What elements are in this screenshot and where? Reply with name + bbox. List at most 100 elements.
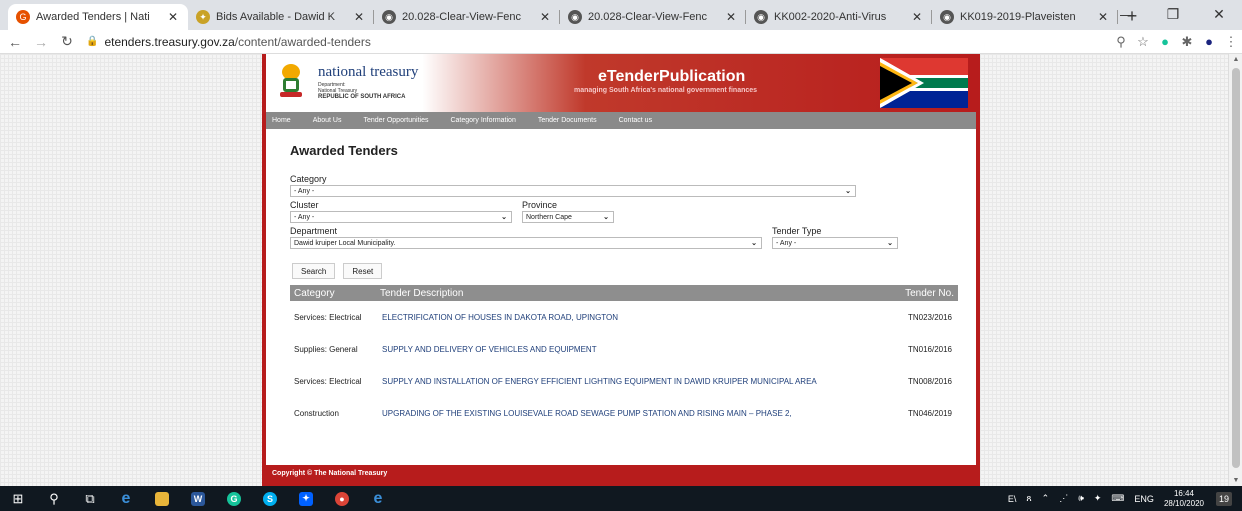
main-content: Awarded Tenders Category - Any - ⌄ Clust… [266, 129, 976, 429]
tab-plaveisten[interactable]: ◉ KK019-2019-Plaveisten ✕ [932, 4, 1118, 30]
keyboard-icon[interactable]: ⌨ [1111, 493, 1124, 504]
row-category: Services: Electrical [294, 312, 362, 322]
scrollbar-thumb[interactable] [1232, 68, 1240, 468]
tab-title: 20.028-Clear-View-Fenc [588, 11, 708, 23]
province-select[interactable]: Northern Cape ⌄ [522, 211, 614, 223]
edge-browser-icon[interactable]: e [108, 486, 144, 511]
url-host: etenders.treasury.gov.za [104, 34, 235, 49]
reload-icon[interactable]: ↻ [56, 33, 78, 50]
south-africa-flag-icon [880, 58, 968, 108]
url-path: /content/awarded-tenders [234, 34, 371, 49]
row-category: Services: Electrical [294, 376, 362, 386]
close-icon[interactable]: ✕ [724, 10, 738, 24]
site-favicon-icon: G [16, 10, 30, 24]
word-icon[interactable]: W [180, 486, 216, 511]
globe-icon: ◉ [754, 10, 768, 24]
file-explorer-icon[interactable] [144, 486, 180, 511]
menu-contact-us[interactable]: Contact us [619, 117, 652, 124]
windows-start-icon[interactable]: ⊞ [0, 486, 36, 511]
menu-tender-opportunities[interactable]: Tender Opportunities [363, 117, 428, 124]
row-description-link[interactable]: SUPPLY AND INSTALLATION OF ENERGY EFFICI… [376, 365, 884, 397]
chevron-down-icon: ⌄ [887, 240, 893, 247]
edge-new-icon[interactable]: e [360, 486, 396, 511]
grammarly-extension-icon[interactable]: ● [1154, 34, 1176, 49]
clock-time: 16:44 [1173, 488, 1194, 498]
brand-title: eTenderPublication [598, 68, 746, 85]
menu-about-us[interactable]: About Us [313, 117, 342, 124]
tab-anti-virus[interactable]: ◉ KK002-2020-Anti-Virus ✕ [746, 4, 932, 30]
table-row: Services: Electrical SUPPLY AND INSTALLA… [290, 365, 958, 397]
tab-clear-view-1[interactable]: ◉ 20.028-Clear-View-Fenc ✕ [374, 4, 560, 30]
tab-title: Awarded Tenders | Nati [36, 11, 150, 23]
dropbox-icon[interactable]: ✦ [288, 486, 324, 511]
tab-bids-available[interactable]: ✦ Bids Available - Dawid K ✕ [188, 4, 374, 30]
system-tray: E\ ጸ ⌃ ⋰ 🕪 ✦ ⌨ ENG 16:44 28/10/2020 19 [1008, 486, 1242, 511]
site-footer: Copyright © The National Treasury [266, 465, 976, 486]
category-select[interactable]: - Any - ⌄ [290, 185, 856, 197]
row-description-link[interactable]: UPGRADING OF THE EXISTING LOUISEVALE ROA… [376, 397, 884, 429]
volume-icon[interactable]: 🕪 [1078, 493, 1084, 504]
close-icon[interactable]: ✕ [910, 10, 924, 24]
row-description-link[interactable]: ELECTRIFICATION OF HOUSES IN DAKOTA ROAD… [376, 301, 884, 333]
browser-tab-strip: G Awarded Tenders | Nati ✕ ✦ Bids Availa… [0, 0, 1242, 30]
reset-button[interactable]: Reset [343, 263, 383, 279]
row-description-link[interactable]: SUPPLY AND DELIVERY OF VEHICLES AND EQUI… [376, 333, 884, 365]
scroll-down-icon[interactable]: ▼ [1229, 477, 1242, 484]
language-indicator[interactable]: ENG [1134, 494, 1154, 504]
close-icon[interactable]: ✕ [538, 10, 552, 24]
dropbox-tray-icon[interactable]: ✦ [1094, 493, 1102, 504]
table-row: Construction UPGRADING OF THE EXISTING L… [290, 397, 958, 429]
input-indicator-icon[interactable]: E\ [1008, 494, 1017, 504]
search-icon[interactable]: ⚲ [36, 486, 72, 511]
network-icon[interactable]: ⋰ [1059, 493, 1068, 504]
chevron-up-icon[interactable]: ⌃ [1042, 493, 1050, 504]
extensions-puzzle-icon[interactable]: ✱ [1176, 34, 1198, 50]
scroll-up-icon[interactable]: ▲ [1229, 56, 1242, 63]
table-row: Services: Electrical ELECTRIFICATION OF … [290, 301, 958, 333]
tab-clear-view-2[interactable]: ◉ 20.028-Clear-View-Fenc ✕ [560, 4, 746, 30]
zoom-icon[interactable]: ⚲ [1110, 34, 1132, 50]
logo-subtitle: Department: National Treasury REPUBLIC O… [318, 82, 428, 100]
address-bar[interactable]: 🔒 etenders.treasury.gov.za/content/award… [78, 31, 1110, 53]
tender-type-select[interactable]: - Any - ⌄ [772, 237, 898, 249]
footer-copyright: Copyright © The National Treasury [272, 470, 388, 477]
bookmark-star-icon[interactable]: ☆ [1132, 34, 1154, 50]
category-label: Category [290, 174, 327, 184]
department-value: Dawid kruiper Local Municipality. [294, 239, 396, 247]
search-button[interactable]: Search [292, 263, 336, 279]
row-category: Construction [294, 408, 339, 418]
menu-category-information[interactable]: Category Information [450, 117, 515, 124]
column-header-description: Tender Description [376, 285, 884, 301]
clock[interactable]: 16:44 28/10/2020 [1164, 489, 1204, 509]
category-value: - Any - [294, 187, 315, 195]
clock-date: 28/10/2020 [1163, 498, 1204, 508]
profile-avatar-icon[interactable]: ● [1198, 34, 1220, 49]
row-tender-number: TN016/2016 [907, 344, 952, 354]
back-icon[interactable]: ← [4, 34, 26, 50]
notifications-badge[interactable]: 19 [1215, 491, 1232, 506]
lock-icon: 🔒 [86, 36, 99, 47]
cluster-select[interactable]: - Any - ⌄ [290, 211, 512, 223]
chrome-icon[interactable]: ● [324, 486, 360, 511]
skype-icon[interactable]: S [252, 486, 288, 511]
restore-icon[interactable]: ❐ [1150, 0, 1196, 28]
menu-tender-documents[interactable]: Tender Documents [538, 117, 597, 124]
grammarly-icon[interactable]: G [216, 486, 252, 511]
tab-title: KK019-2019-Plaveisten [960, 11, 1076, 23]
column-header-tender-no: Tender No. [884, 285, 958, 301]
close-icon[interactable]: ✕ [166, 10, 180, 24]
cluster-value: - Any - [294, 213, 315, 221]
tab-title: 20.028-Clear-View-Fenc [402, 11, 522, 23]
menu-kebab-icon[interactable]: ⋮ [1220, 34, 1242, 50]
site-menu: Home About Us Tender Opportunities Categ… [266, 112, 976, 129]
menu-home[interactable]: Home [272, 117, 291, 124]
task-view-icon[interactable]: ⧉ [72, 486, 108, 511]
department-select[interactable]: Dawid kruiper Local Municipality. ⌄ [290, 237, 762, 249]
page-scrollbar[interactable]: ▲ ▼ [1228, 54, 1242, 486]
minimize-icon[interactable]: — [1104, 0, 1150, 28]
close-icon[interactable]: ✕ [352, 10, 366, 24]
people-icon[interactable]: ጸ [1026, 493, 1031, 504]
forward-icon[interactable]: → [30, 34, 52, 50]
tab-awarded-tenders[interactable]: G Awarded Tenders | Nati ✕ [8, 4, 188, 30]
close-window-icon[interactable]: ✕ [1196, 0, 1242, 28]
